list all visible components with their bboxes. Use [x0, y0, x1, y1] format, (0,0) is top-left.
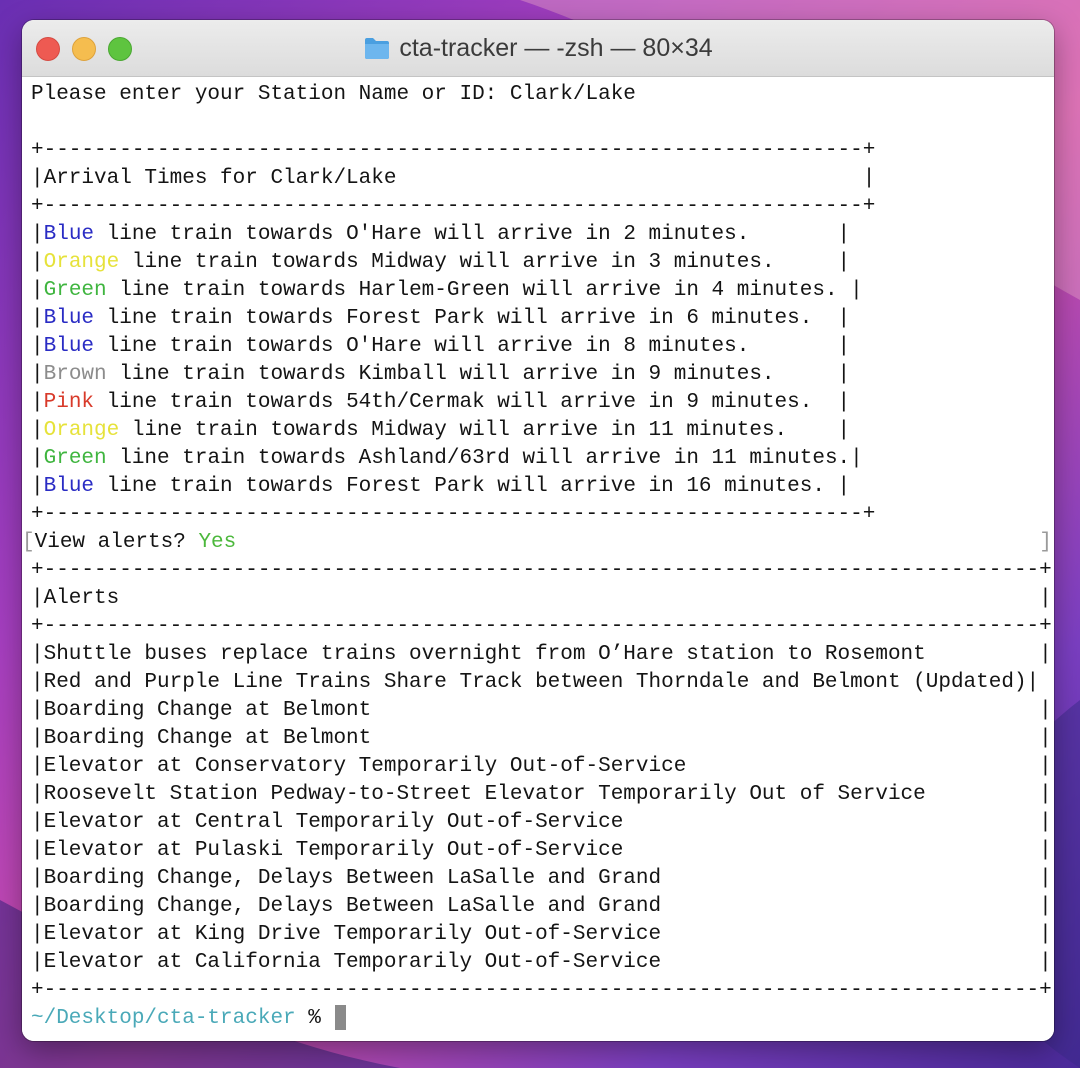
alert-row: |Shuttle buses replace trains overnight …: [31, 643, 1052, 666]
alert-row: |Roosevelt Station Pedway-to-Street Elev…: [31, 783, 1052, 806]
arrivals-header: |Arrival Times for Clark/Lake |: [31, 167, 876, 190]
line-name: Blue: [43, 223, 95, 246]
arrival-text: line train towards O'Hare will arrive in…: [94, 335, 851, 358]
arrival-text: line train towards Midway will arrive in…: [119, 419, 851, 442]
arrival-text: line train towards Midway will arrive in…: [119, 251, 851, 274]
arrival-text: line train towards Harlem-Green will arr…: [106, 279, 863, 302]
prompt-path: ~/Desktop/cta-tracker: [31, 1007, 296, 1031]
title-bar[interactable]: cta-tracker — -zsh — 80×34: [22, 20, 1054, 77]
arrival-row: |Blue line train towards Forest Park wil…: [31, 475, 851, 498]
arrival-text: line train towards Ashland/63rd will arr…: [106, 447, 863, 470]
arrival-row: |Blue line train towards O'Hare will arr…: [31, 223, 851, 246]
alerts-border-bottom: +---------------------------------------…: [31, 979, 1052, 1002]
alerts-border-mid: +---------------------------------------…: [31, 615, 1052, 638]
alert-row: |Elevator at King Drive Temporarily Out-…: [31, 923, 1052, 946]
alerts-border-top: +---------------------------------------…: [31, 559, 1052, 582]
selection-bracket-left: [: [22, 531, 35, 554]
line-name: Orange: [43, 419, 120, 442]
arrival-row: |Brown line train towards Kimball will a…: [31, 363, 851, 386]
line-name: Green: [43, 279, 107, 302]
arrival-text: line train towards Forest Park will arri…: [94, 475, 851, 498]
arrival-row: |Green line train towards Ashland/63rd w…: [31, 447, 863, 470]
shell-prompt-line[interactable]: ~/Desktop/cta-tracker %: [31, 1005, 347, 1033]
arrival-row: |Orange line train towards Midway will a…: [31, 419, 851, 442]
arrival-row: |Blue line train towards O'Hare will arr…: [31, 335, 851, 358]
alert-row: |Elevator at Pulaski Temporarily Out-of-…: [31, 839, 1052, 862]
alert-row: |Boarding Change, Delays Between LaSalle…: [31, 867, 1052, 890]
alert-row: |Boarding Change at Belmont |: [31, 699, 1052, 722]
window-title-text: cta-tracker — -zsh — 80×34: [399, 33, 713, 62]
arrivals-border-bottom: +---------------------------------------…: [31, 503, 876, 526]
view-alerts-answer[interactable]: Yes: [198, 531, 236, 554]
arrival-text: line train towards Kimball will arrive i…: [106, 363, 851, 386]
arrival-text: line train towards Forest Park will arri…: [94, 307, 851, 330]
view-alerts-prompt[interactable]: [View alerts? Yes]: [22, 529, 1054, 557]
arrival-text: line train towards O'Hare will arrive in…: [94, 223, 851, 246]
line-name: Green: [43, 447, 107, 470]
arrivals-border-top: +---------------------------------------…: [31, 139, 876, 162]
terminal-window: cta-tracker — -zsh — 80×34 Please enter …: [22, 20, 1054, 1041]
line-name: Brown: [43, 363, 107, 386]
alerts-header: |Alerts |: [31, 587, 1052, 610]
arrival-text: line train towards 54th/Cermak will arri…: [94, 391, 851, 414]
arrival-row: |Pink line train towards 54th/Cermak wil…: [31, 391, 851, 414]
arrival-row: |Blue line train towards Forest Park wil…: [31, 307, 851, 330]
alert-row: |Elevator at Conservatory Temporarily Ou…: [31, 755, 1052, 778]
text-cursor: [335, 1005, 347, 1030]
alert-row: |Red and Purple Line Trains Share Track …: [31, 671, 1040, 694]
arrival-row: |Orange line train towards Midway will a…: [31, 251, 851, 274]
terminal-output[interactable]: Please enter your Station Name or ID: Cl…: [22, 77, 1054, 1041]
line-name: Blue: [43, 307, 95, 330]
arrival-row: |Green line train towards Harlem-Green w…: [31, 279, 863, 302]
alert-row: |Elevator at California Temporarily Out-…: [31, 951, 1052, 974]
line-name: Pink: [43, 391, 95, 414]
line-name: Blue: [43, 335, 95, 358]
view-alerts-label: View alerts?: [34, 531, 199, 554]
window-title: cta-tracker — -zsh — 80×34: [22, 20, 1054, 76]
alert-row: |Elevator at Central Temporarily Out-of-…: [31, 811, 1052, 834]
folder-icon: [365, 38, 390, 59]
line-name: Orange: [43, 251, 120, 274]
arrivals-border-mid: +---------------------------------------…: [31, 195, 876, 218]
selection-bracket-right: ]: [1039, 531, 1052, 554]
prompt-symbol: %: [295, 1007, 334, 1031]
alert-row: |Boarding Change at Belmont |: [31, 727, 1052, 750]
line-name: Blue: [43, 475, 95, 498]
alert-row: |Boarding Change, Delays Between LaSalle…: [31, 895, 1052, 918]
station-prompt-line: Please enter your Station Name or ID: Cl…: [31, 83, 636, 106]
